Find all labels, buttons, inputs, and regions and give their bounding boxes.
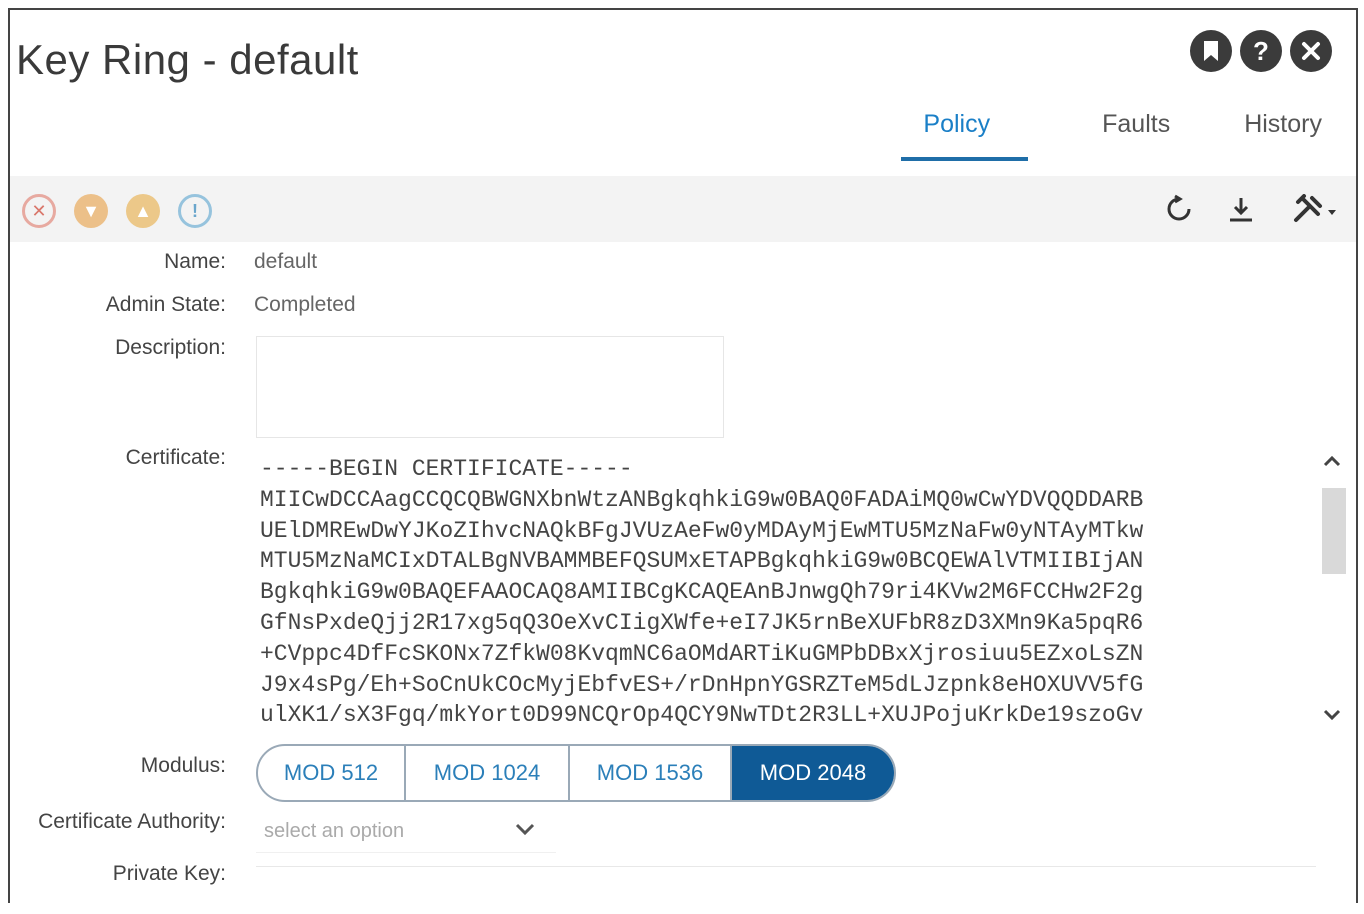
certificate-line: ulXK1/sX3Fgq/mkYort0D99NCQrOp4QCY9NwTDt2… — [260, 702, 1144, 729]
private-key-label: Private Key: — [112, 862, 226, 885]
toolbar: ✕ ▼ ▲ ! — [10, 176, 1356, 242]
description-label: Description: — [115, 336, 226, 359]
major-fault-icon[interactable]: ▼ — [74, 194, 108, 228]
tab-bar: Policy Faults History — [827, 110, 1322, 161]
certificate-line: MIICwDCCAagCCQCQBWGNXbnWtzANBgkqhkiG9w0B… — [260, 486, 1144, 513]
download-icon[interactable] — [1226, 194, 1256, 232]
bookmark-icon[interactable] — [1190, 30, 1232, 72]
help-icon[interactable]: ? — [1240, 30, 1282, 72]
certificate-line: MTU5MzNaMCIxDTALBgNVBAMMBEFQSUMxETAPBgkq… — [260, 548, 1144, 575]
certificate-line: J9x4sPg/Eh+SoCnUkCOcMyjEbfvES+/rDnHpnYGS… — [260, 671, 1144, 698]
certificate-authority-label: Certificate Authority: — [38, 810, 226, 833]
refresh-icon[interactable] — [1164, 194, 1194, 232]
scroll-up-icon[interactable] — [1322, 448, 1342, 474]
critical-fault-icon[interactable]: ✕ — [22, 194, 56, 228]
tab-faults[interactable]: Faults — [1102, 110, 1170, 161]
certificate-field[interactable]: -----BEGIN CERTIFICATE----- MIICwDCCAagC… — [260, 454, 1300, 734]
certificate-line: -----BEGIN CERTIFICATE----- — [260, 456, 633, 482]
certificate-authority-select[interactable]: select an option — [256, 810, 556, 853]
admin-state-label: Admin State: — [105, 293, 226, 316]
private-key-field[interactable] — [256, 866, 1316, 914]
certificate-line: +CVppc4DfFcSKONx7ZfkW08KvqmNC6aOMdARTiKu… — [260, 640, 1144, 667]
window-title: Key Ring - default — [16, 36, 359, 83]
name-value: default — [254, 250, 318, 273]
certificate-line: UElDMREwDwYJKoZIhvcNAQkBFgJVUzAeFw0yMDAy… — [260, 517, 1144, 544]
select-placeholder: select an option — [264, 819, 405, 842]
tools-icon[interactable] — [1292, 194, 1338, 232]
mod-2048-button[interactable]: MOD 2048 — [732, 746, 894, 800]
admin-state-value: Completed — [254, 293, 356, 316]
modulus-label: Modulus: — [140, 754, 226, 777]
mod-512-button[interactable]: MOD 512 — [258, 746, 406, 800]
tab-history[interactable]: History — [1244, 110, 1322, 161]
minor-fault-icon[interactable]: ▲ — [126, 194, 160, 228]
scrollbar-thumb[interactable] — [1322, 488, 1346, 574]
certificate-line: GfNsPxdeQjj2R17xg5qQ3OeXvCIigXWfe+eI7JK5… — [260, 609, 1144, 636]
chevron-down-icon[interactable] — [514, 816, 536, 842]
name-label: Name: — [164, 250, 226, 273]
certificate-line: BgkqhkiG9w0BAQEFAAOCAQ8AMIIBCgKCAQEAnBJn… — [260, 579, 1144, 606]
warning-fault-icon[interactable]: ! — [178, 194, 212, 228]
close-icon[interactable] — [1290, 30, 1332, 72]
window-controls: ? — [1190, 30, 1332, 72]
key-ring-window: Key Ring - default ? Policy Faults Histo… — [8, 8, 1358, 903]
modulus-selector: MOD 512 MOD 1024 MOD 1536 MOD 2048 — [256, 744, 896, 802]
scroll-down-icon[interactable] — [1322, 702, 1342, 728]
mod-1536-button[interactable]: MOD 1536 — [570, 746, 732, 800]
description-field[interactable] — [256, 336, 724, 438]
mod-1024-button[interactable]: MOD 1024 — [406, 746, 570, 800]
certificate-label: Certificate: — [125, 446, 226, 469]
tab-policy[interactable]: Policy — [901, 110, 1029, 161]
